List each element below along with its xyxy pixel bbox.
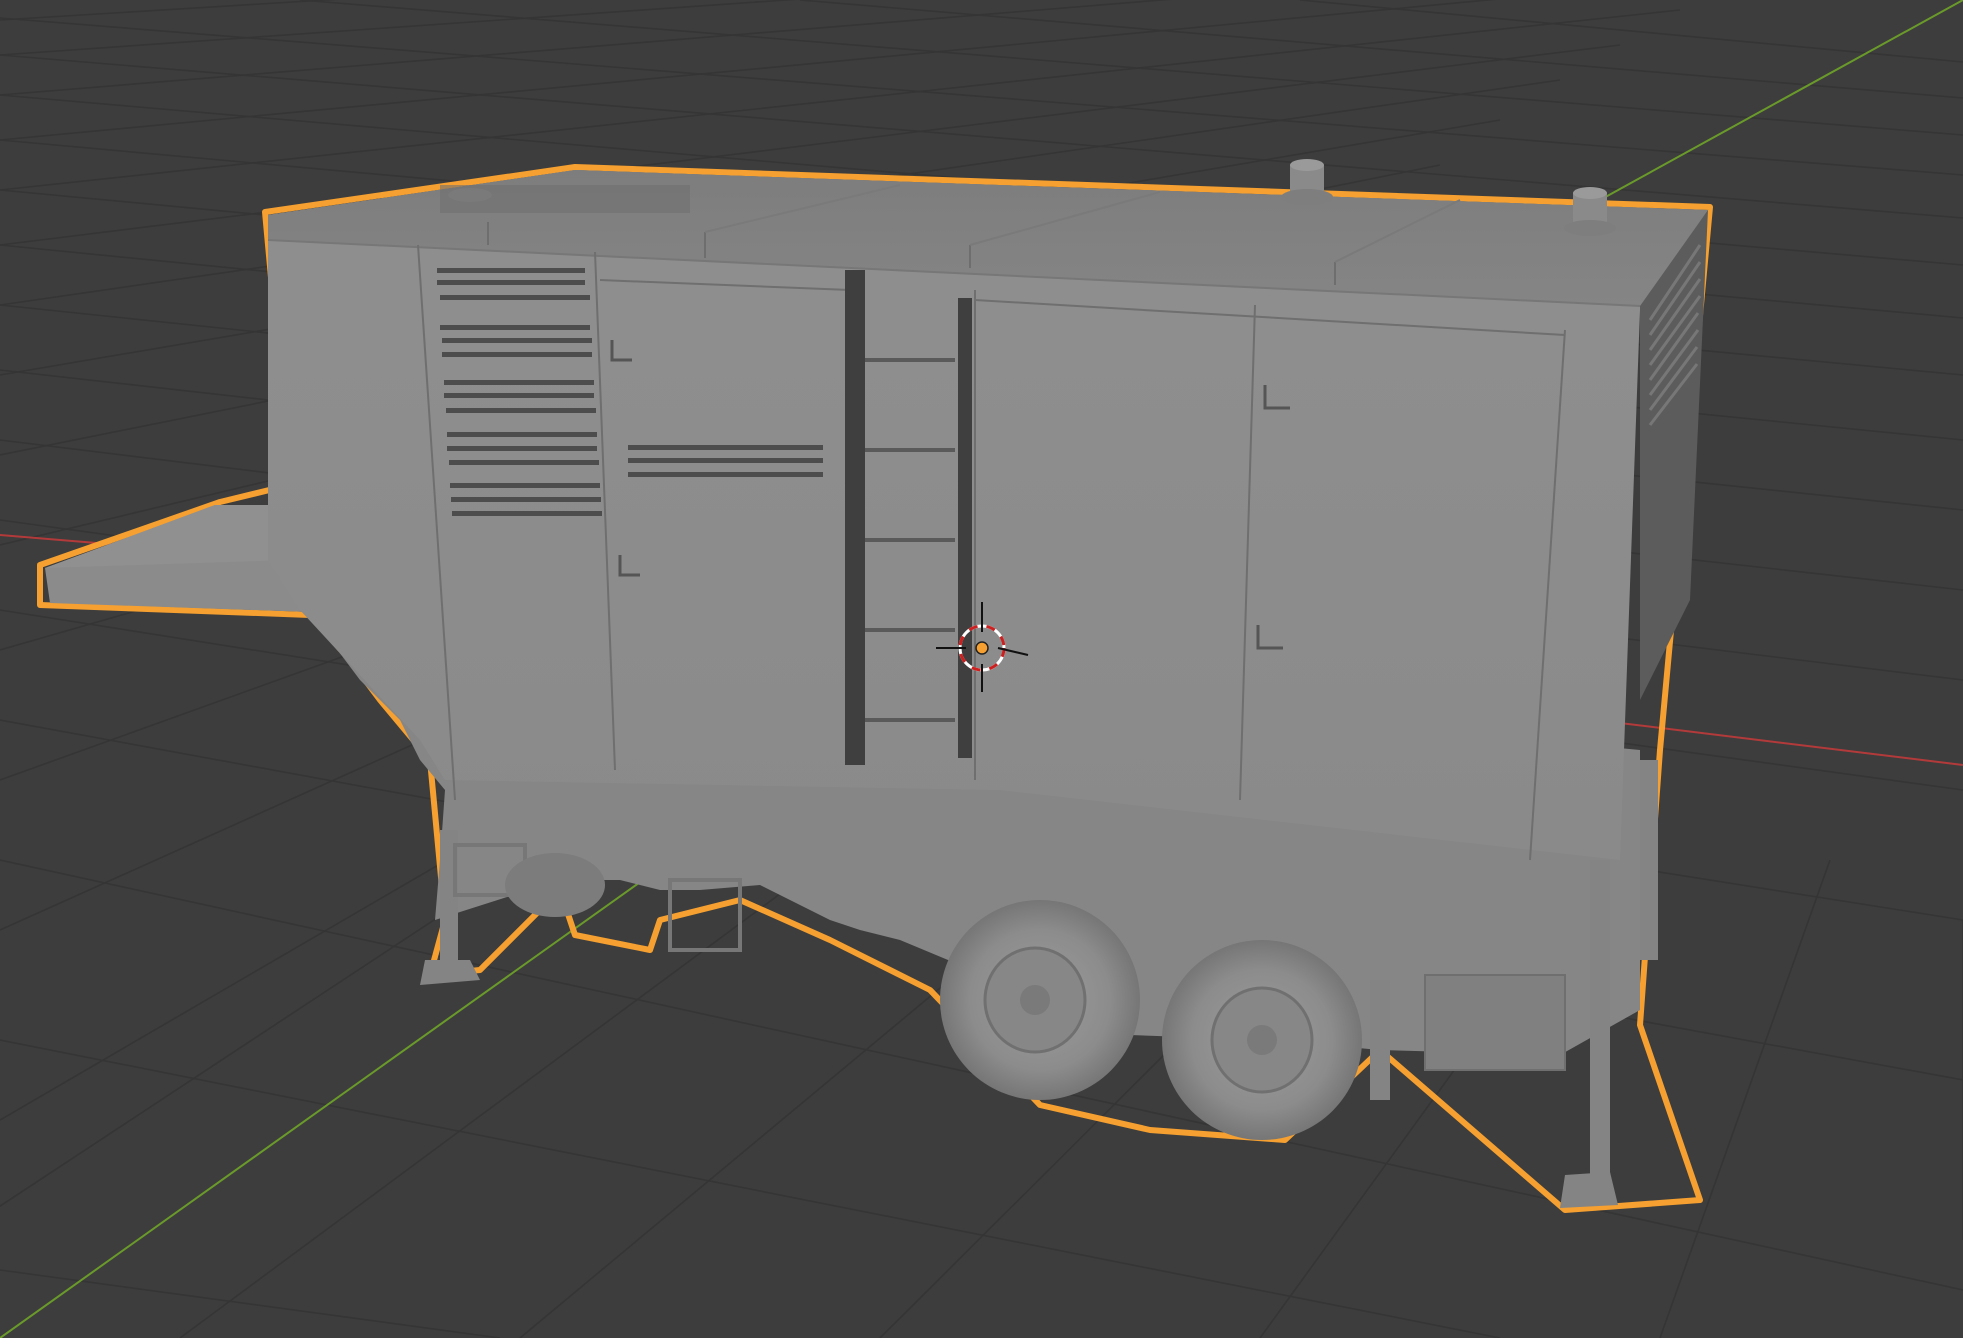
3d-viewport[interactable]	[0, 0, 1963, 1338]
wheel-front[interactable]	[940, 900, 1140, 1100]
wheel-rear[interactable]	[1162, 940, 1362, 1140]
viewport-canvas[interactable]	[0, 0, 1963, 1338]
object-origin-icon	[975, 641, 989, 655]
fuel-tank	[505, 853, 605, 917]
x-axis-line-right	[1619, 722, 1963, 766]
